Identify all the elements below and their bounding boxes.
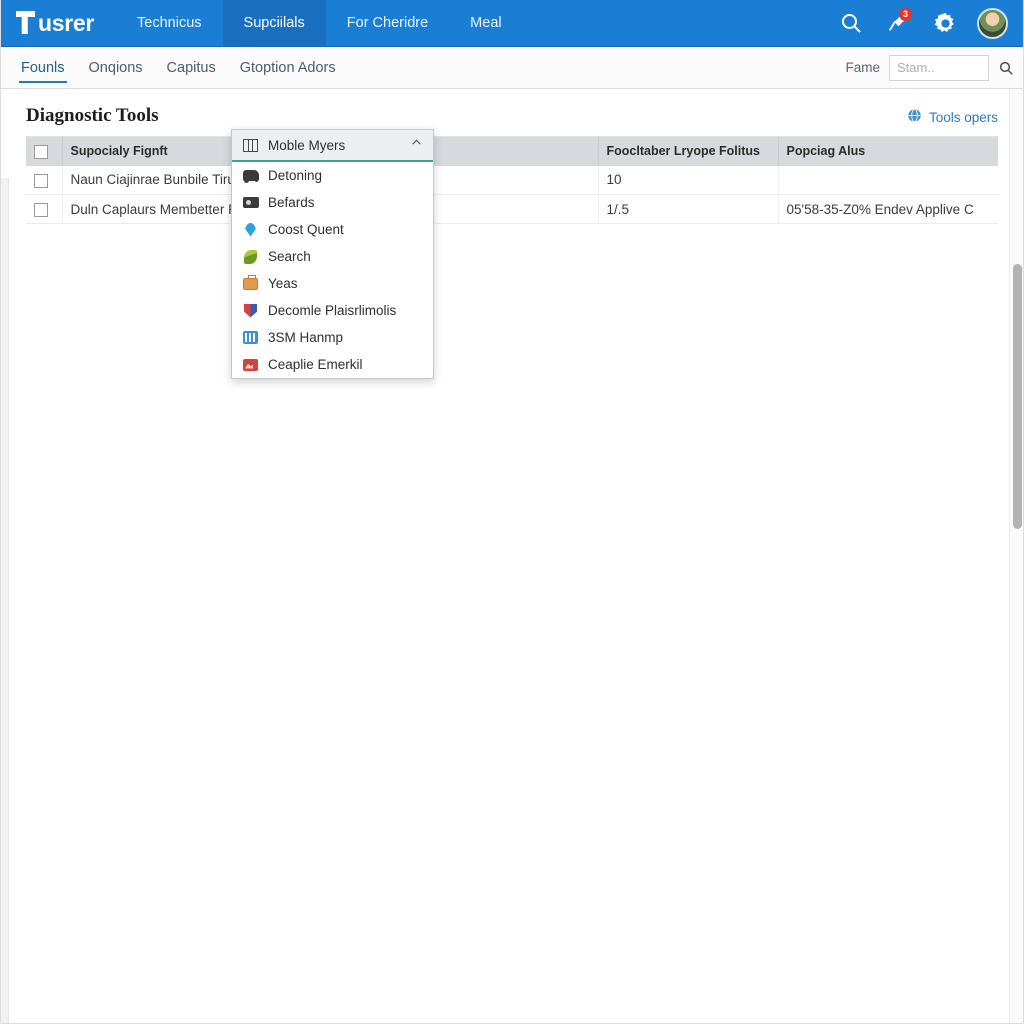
dropdown-item-decomle-plaisrlimolis[interactable]: Decomle Plaisrlimolis xyxy=(232,297,433,324)
dropdown-item-label: Ceaplie Emerkil xyxy=(268,357,363,372)
table-header-row: Supocialy Fignft Foocltaber Lryope Folit… xyxy=(26,137,998,166)
sub-nav-item-gtoption-adors[interactable]: Gtoption Adors xyxy=(228,47,348,89)
vertical-scrollbar[interactable] xyxy=(1009,89,1024,1024)
sub-nav-item-onqions[interactable]: Onqions xyxy=(77,47,155,89)
table-row[interactable]: Duln Caplaurs Membetter Pic 1/.5 05'58-3… xyxy=(26,194,998,225)
search-field-wrapper xyxy=(889,54,989,81)
user-avatar[interactable] xyxy=(977,7,1008,39)
alert-badge-count: 3 xyxy=(899,8,912,21)
row-0-cell-b xyxy=(422,165,599,196)
dropdown-item-3sm-hanmp[interactable]: 3SM Hanmp xyxy=(232,324,433,351)
dropdown-item-coost-quent[interactable]: Coost Quent xyxy=(232,216,433,243)
briefcase-icon xyxy=(242,274,259,291)
camera-icon xyxy=(242,195,259,210)
sub-nav-item-capitus[interactable]: Capitus xyxy=(155,47,228,89)
scrollbar-thumb[interactable] xyxy=(1013,264,1022,529)
dropdown-item-label: Befards xyxy=(268,195,315,210)
globe-icon xyxy=(907,108,922,126)
dropdown-header[interactable]: Moble Myers xyxy=(232,130,433,162)
sub-navigation-bar: Founls Onqions Capitus Gtoption Adors Fa… xyxy=(0,47,1024,89)
diagnostic-tools-table: Supocialy Fignft Foocltaber Lryope Folit… xyxy=(26,136,998,225)
row-checkbox-cell xyxy=(26,165,63,196)
tools-opers-label: Tools opers xyxy=(928,109,998,125)
dropdown-header-label: Moble Myers xyxy=(268,137,346,153)
top-navigation-bar: usrer Technicus Supciilals For Cheridre … xyxy=(0,0,1024,47)
search-input[interactable] xyxy=(890,55,988,80)
checkbox-unchecked-icon[interactable] xyxy=(34,173,48,188)
row-1-cell-d: 05'58-35-Z0% Endev Applive C xyxy=(778,194,998,225)
column-header-c[interactable]: Foocltaber Lryope Folitus xyxy=(598,137,779,166)
row-0-cell-c: 10 xyxy=(598,165,779,196)
page-title: Diagnostic Tools xyxy=(26,105,159,126)
mobile-myers-dropdown-menu: Moble Myers Detoning Befards Coost Quent xyxy=(231,129,434,379)
checkbox-unchecked-icon[interactable] xyxy=(34,144,48,159)
chevron-up-icon[interactable] xyxy=(410,136,423,154)
table-row[interactable]: Naun Ciajinrae Bunbile Tirure 10 xyxy=(26,165,998,196)
dropdown-item-label: Search xyxy=(268,249,311,264)
dropdown-item-label: 3SM Hanmp xyxy=(268,330,344,345)
tools-opers-link[interactable]: Tools opers xyxy=(907,105,998,126)
top-nav-item-technicus[interactable]: Technicus xyxy=(116,0,222,46)
top-nav-item-meal[interactable]: Meal xyxy=(449,0,522,46)
row-1-cell-c: 1/.5 xyxy=(598,194,779,225)
pin-alert-icon[interactable]: 3 xyxy=(883,8,913,38)
page-header: Diagnostic Tools Tools opers xyxy=(0,89,1024,127)
column-header-b[interactable] xyxy=(422,137,599,166)
application-window: usrer Technicus Supciilals For Cheridre … xyxy=(0,0,1024,1024)
search-icon[interactable] xyxy=(836,8,866,38)
search-submit-icon[interactable] xyxy=(998,60,1014,76)
dropdown-item-label: Yeas xyxy=(268,276,298,291)
sub-nav-item-founls[interactable]: Founls xyxy=(9,47,77,89)
brand-name: usrer xyxy=(38,9,95,36)
gear-icon[interactable] xyxy=(930,8,960,38)
checkbox-unchecked-icon[interactable] xyxy=(34,202,48,217)
dropdown-item-ceaplie-emerkil[interactable]: Ceaplie Emerkil xyxy=(232,351,433,378)
sub-nav-search-area: Fame xyxy=(845,54,1024,81)
column-header-d[interactable]: Popciag Alus xyxy=(778,137,998,166)
dropdown-item-detoning[interactable]: Detoning xyxy=(232,162,433,189)
top-nav-items: Technicus Supciilals For Cheridre Meal xyxy=(116,0,523,46)
shield-icon xyxy=(242,303,259,318)
tractor-icon xyxy=(242,168,259,183)
dropdown-item-label: Coost Quent xyxy=(268,222,344,237)
map-pin-icon xyxy=(242,222,259,237)
badge-icon xyxy=(242,330,259,345)
dropdown-item-label: Decomle Plaisrlimolis xyxy=(268,303,397,318)
brand-logo[interactable]: usrer xyxy=(0,0,116,46)
top-nav-item-supciilals[interactable]: Supciilals xyxy=(222,0,326,46)
top-nav-item-for-cheridre[interactable]: For Cheridre xyxy=(326,0,449,46)
left-rail xyxy=(0,178,9,1024)
search-label: Fame xyxy=(845,60,880,75)
dropdown-item-label: Detoning xyxy=(268,168,323,183)
dropdown-item-search[interactable]: Search xyxy=(232,243,433,270)
row-1-cell-b xyxy=(422,194,599,225)
dropdown-item-befards[interactable]: Befards xyxy=(232,189,433,216)
select-all-header xyxy=(26,137,63,166)
top-bar-actions: 3 xyxy=(836,0,1024,46)
building-icon xyxy=(242,138,259,153)
main-content-panel: Diagnostic Tools Tools opers Supocialy F… xyxy=(0,89,1024,1024)
row-checkbox-cell xyxy=(26,194,63,225)
flag-logo-icon xyxy=(16,11,35,34)
dropdown-item-yeas[interactable]: Yeas xyxy=(232,270,433,297)
plant-icon xyxy=(242,249,259,264)
row-0-cell-d xyxy=(778,165,998,196)
image-icon xyxy=(242,357,259,372)
